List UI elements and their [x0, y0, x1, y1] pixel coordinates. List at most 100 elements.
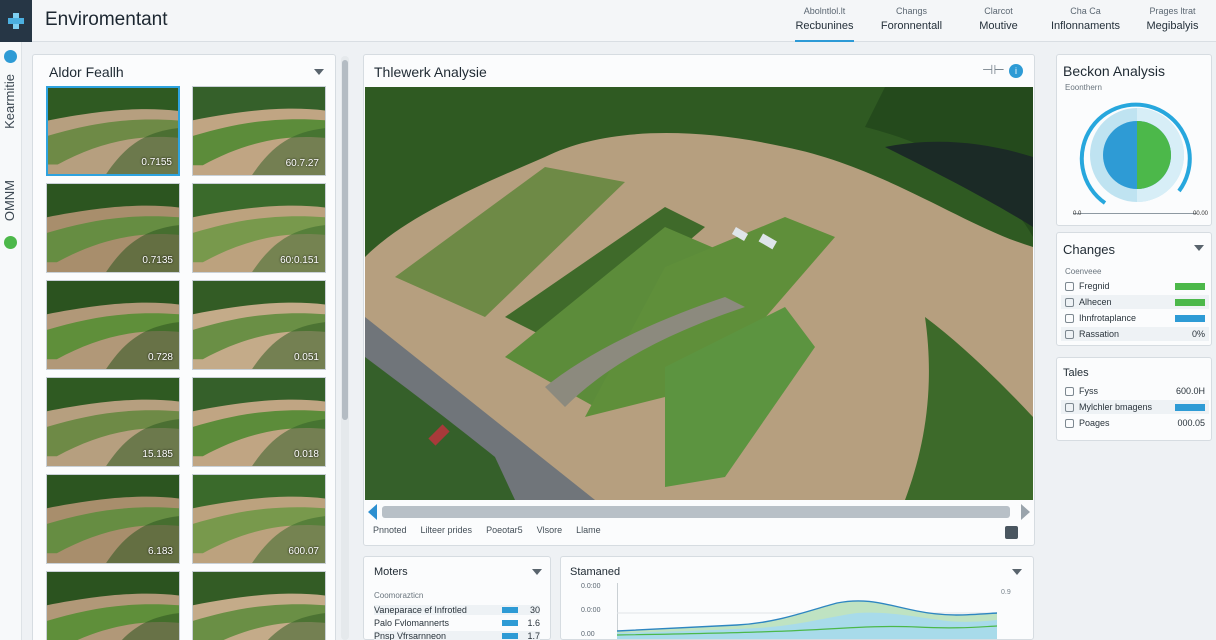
viewer-tab[interactable]: Pnnoted	[373, 525, 407, 535]
gallery-chevron-down-icon[interactable]	[314, 69, 324, 75]
gallery-title: Aldor Feallh	[49, 64, 124, 80]
viewer-tab[interactable]: Llame	[576, 525, 601, 535]
thumbnail[interactable]: 60:0.151	[192, 183, 326, 273]
moters-chevron-down-icon[interactable]	[532, 569, 542, 575]
app-logo[interactable]	[0, 0, 32, 42]
viewer-tab[interactable]: Poeotar5	[486, 525, 523, 535]
thumbnail[interactable]	[46, 571, 180, 640]
left-rail: Kearmitie OMNM	[0, 42, 22, 640]
top-bar: Enviromentant Abolntlol.lt Recbunines Cha…	[0, 0, 1216, 42]
moters-subtitle: Coomorazticn	[374, 591, 424, 600]
moters-value: 30	[529, 605, 540, 615]
stat-row[interactable]: Fregnid	[1065, 281, 1205, 291]
stat-label: Fregnid	[1079, 281, 1110, 291]
row-icon	[1065, 297, 1074, 307]
row-icon	[1065, 418, 1074, 428]
moters-value: 1.7	[527, 631, 540, 640]
top-navigation: Abolntlol.lt Recbunines Changs Foronnenta…	[781, 0, 1216, 42]
beckon-title: Beckon Analysis	[1063, 63, 1165, 79]
thumbnail-label: 0.7155	[141, 157, 172, 168]
viewer-title: Thlewerk Analysie	[374, 64, 487, 80]
nav-item-4[interactable]: Prages ltrat Megibalyis	[1129, 0, 1216, 42]
thumbnail-label: 0.7135	[142, 255, 173, 266]
thumbnail[interactable]: 0.018	[192, 377, 326, 467]
gallery-scroll-thumb[interactable]	[342, 60, 348, 420]
tales-title: Tales	[1063, 367, 1089, 379]
viewer-tab[interactable]: Vlsore	[537, 525, 563, 535]
rail-label-top[interactable]: Kearmitie	[2, 74, 17, 129]
stat-bar	[1175, 282, 1205, 290]
info-icon[interactable]: i	[1009, 64, 1023, 78]
nav-item-label: Megibalyis	[1146, 20, 1199, 32]
stat-bar	[1175, 314, 1205, 322]
nav-item-label: Inflonnaments	[1050, 20, 1121, 32]
app-title: Enviromentant	[45, 9, 168, 30]
rail-label-bottom[interactable]: OMNM	[2, 180, 17, 221]
nav-item-3[interactable]: Cha Ca Inflonnaments	[1042, 0, 1129, 42]
timeline-prev-icon[interactable]	[368, 504, 377, 520]
stat-row[interactable]: Alhecen	[1065, 297, 1205, 307]
stamaned-title: Stamaned	[570, 566, 621, 578]
nav-item-label: Recbunines	[795, 20, 854, 32]
stat-label: Poages	[1079, 418, 1110, 428]
stamaned-panel: Stamaned 0.9 0.0:00 0.0:00 0.00	[560, 556, 1034, 640]
moters-row[interactable]: Vaneparace ef Infrotled 30	[374, 605, 540, 615]
stat-value: 0%	[1191, 329, 1205, 339]
changes-subtitle: Coenveee	[1065, 267, 1102, 276]
beckon-axis-left: 0.0	[1073, 211, 1082, 217]
stat-row[interactable]: Fyss 600.0H	[1065, 386, 1205, 396]
stat-row[interactable]: Poages 000.05	[1065, 418, 1205, 428]
nav-item-label: Foronnentall	[880, 20, 943, 32]
beckon-subtitle: Eoonthern	[1065, 83, 1102, 92]
moters-row[interactable]: Palo Fvlomannerts 1.6	[374, 618, 540, 628]
thumbnail[interactable]: 15.185	[46, 377, 180, 467]
nav-item-sub: Abolntlol.lt	[803, 6, 846, 16]
stat-row[interactable]: Ihnfrotaplance	[1065, 313, 1205, 323]
beckon-panel: Beckon Analysis Eoonthern 0.0 00.00	[1056, 54, 1212, 226]
globe-icon[interactable]	[4, 50, 17, 63]
stat-row[interactable]: Rassation 0%	[1065, 329, 1205, 339]
thumbnail-grid: 0.7155 60.7.27 0.7135 60:0.151 0.728 0.0…	[44, 84, 328, 640]
stat-row[interactable]: Mylchler bmagens	[1065, 402, 1205, 412]
nav-item-1[interactable]: Changs Foronnentall	[868, 0, 955, 42]
timeline-next-icon[interactable]	[1021, 504, 1030, 520]
moters-bar	[502, 607, 518, 613]
split-icon[interactable]: ⊣⊢	[982, 62, 1005, 78]
thumbnail[interactable]: 60.7.27	[192, 86, 326, 176]
stat-bar	[1175, 298, 1205, 306]
stamaned-chevron-down-icon[interactable]	[1012, 569, 1022, 575]
changes-panel: Changes Coenveee Fregnid Alhecen Ihnfrot…	[1056, 232, 1212, 346]
logo-icon	[8, 13, 24, 29]
beckon-axis-right: 00.00	[1193, 211, 1209, 217]
row-icon	[1065, 386, 1074, 396]
thumbnail[interactable]	[192, 571, 326, 640]
changes-chevron-down-icon[interactable]	[1194, 245, 1204, 251]
nav-item-0[interactable]: Abolntlol.lt Recbunines	[781, 0, 868, 42]
aerial-image[interactable]	[365, 87, 1033, 500]
timeline-track[interactable]	[382, 506, 1010, 518]
expand-icon[interactable]	[1005, 526, 1018, 539]
leaf-icon[interactable]	[4, 236, 17, 249]
thumbnail[interactable]: 0.7155	[46, 86, 180, 176]
viewer-tab[interactable]: Lilteer prides	[421, 525, 473, 535]
thumbnail[interactable]: 600.07	[192, 474, 326, 564]
thumbnail-label: 0.018	[293, 449, 319, 460]
stamaned-area-chart	[617, 583, 997, 639]
nav-item-label: Moutive	[979, 20, 1018, 32]
stamaned-y-top: 0.9	[1001, 589, 1011, 596]
thumbnail[interactable]: 6.183	[46, 474, 180, 564]
thumbnail[interactable]: 0.728	[46, 280, 180, 370]
stat-value: 600.0H	[1175, 386, 1205, 396]
moters-row[interactable]: Pnsp Vfrsarnneon 1.7	[374, 631, 540, 640]
gallery-scrollbar[interactable]	[341, 56, 349, 640]
thumbnail[interactable]: 0.7135	[46, 183, 180, 273]
thumbnail-label: 60:0.151	[280, 255, 319, 266]
thumbnail[interactable]: 0.051	[192, 280, 326, 370]
changes-title: Changes	[1063, 242, 1116, 257]
moters-label: Pnsp Vfrsarnneon	[374, 631, 447, 640]
moters-label: Palo Fvlomannerts	[374, 618, 450, 628]
thumbnail-label: 0.051	[293, 352, 319, 363]
nav-item-2[interactable]: Clarcot Moutive	[955, 0, 1042, 42]
row-icon	[1065, 402, 1074, 412]
moters-label: Vaneparace ef Infrotled	[374, 605, 467, 615]
